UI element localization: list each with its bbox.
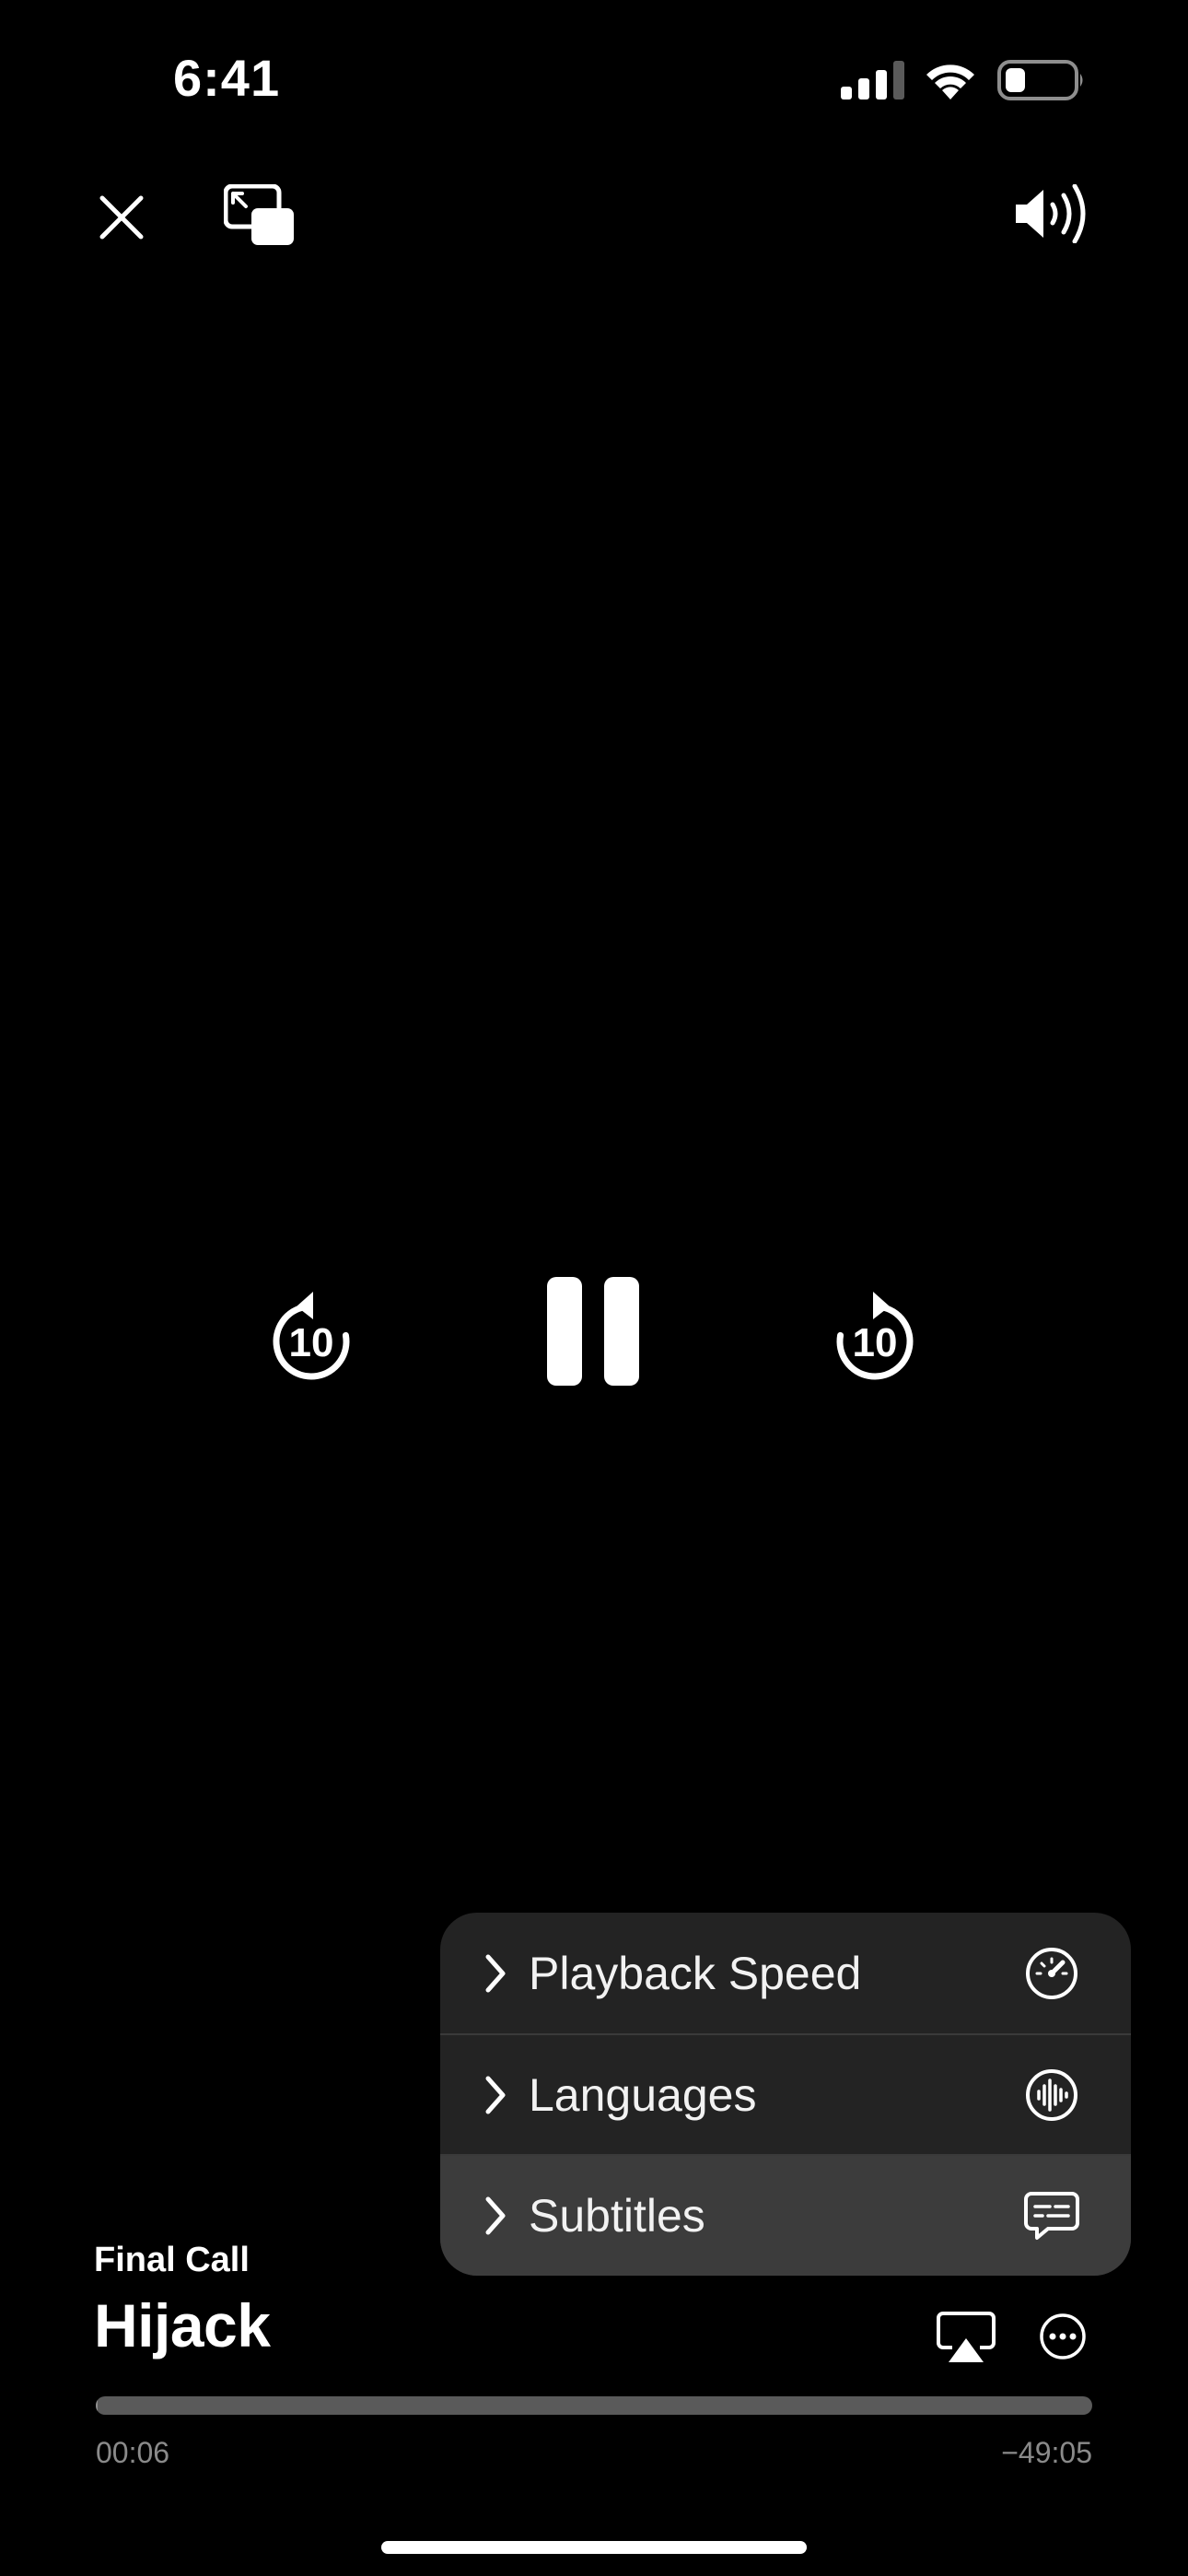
- chevron-right-icon: [485, 2196, 506, 2235]
- audio-waveform-icon: [1026, 2068, 1077, 2121]
- speedometer-icon: [1026, 1947, 1077, 1999]
- chevron-right-icon: [485, 1954, 506, 1992]
- airplay-button[interactable]: [936, 2311, 996, 2364]
- options-menu: Playback Speed Languages Subtitles: [440, 1913, 1131, 2276]
- episode-title: Final Call: [94, 2241, 250, 2279]
- cellular-signal-icon: [841, 61, 904, 100]
- skip-forward-icon: 10: [836, 1292, 914, 1380]
- picture-in-picture-button[interactable]: [221, 181, 300, 252]
- close-button[interactable]: [88, 184, 155, 251]
- menu-item-playback-speed[interactable]: Playback Speed: [440, 1913, 1131, 2033]
- close-icon: [99, 195, 144, 240]
- skip-forward-button[interactable]: 10: [829, 1286, 921, 1388]
- progress-fill: [96, 2396, 99, 2415]
- skip-back-icon: 10: [273, 1292, 350, 1380]
- time-elapsed: 00:06: [96, 2436, 170, 2469]
- home-indicator[interactable]: [381, 2541, 807, 2554]
- video-player-screen: 6:41 10 10 Playback Speed Languages Subt…: [0, 0, 1188, 2576]
- speaker-volume-icon: [1016, 184, 1086, 243]
- pause-icon: [547, 1277, 639, 1386]
- menu-item-languages[interactable]: Languages: [440, 2033, 1131, 2154]
- subtitles-bubble-icon: [1024, 2192, 1079, 2240]
- show-title: Hijack: [94, 2291, 271, 2359]
- picture-in-picture-icon: [224, 184, 294, 245]
- volume-button[interactable]: [1011, 181, 1094, 247]
- more-options-button[interactable]: [1039, 2313, 1087, 2360]
- progress-scrubber[interactable]: [96, 2396, 1092, 2415]
- status-time: 6:41: [173, 49, 281, 107]
- skip-back-button[interactable]: 10: [265, 1286, 357, 1388]
- menu-item-subtitles[interactable]: Subtitles: [440, 2154, 1131, 2276]
- battery-icon: [997, 60, 1083, 100]
- menu-item-label: Languages: [529, 2068, 757, 2121]
- wifi-icon: [926, 64, 974, 100]
- skip-back-seconds: 10: [289, 1320, 334, 1365]
- skip-forward-seconds: 10: [853, 1320, 898, 1365]
- airplay-icon: [937, 2312, 996, 2362]
- menu-item-label: Playback Speed: [529, 1947, 862, 1999]
- chevron-right-icon: [485, 2076, 506, 2113]
- time-remaining: −49:05: [1001, 2436, 1092, 2469]
- menu-item-label: Subtitles: [529, 2190, 705, 2242]
- pause-button[interactable]: [543, 1275, 643, 1388]
- more-ellipsis-icon: [1040, 2313, 1086, 2359]
